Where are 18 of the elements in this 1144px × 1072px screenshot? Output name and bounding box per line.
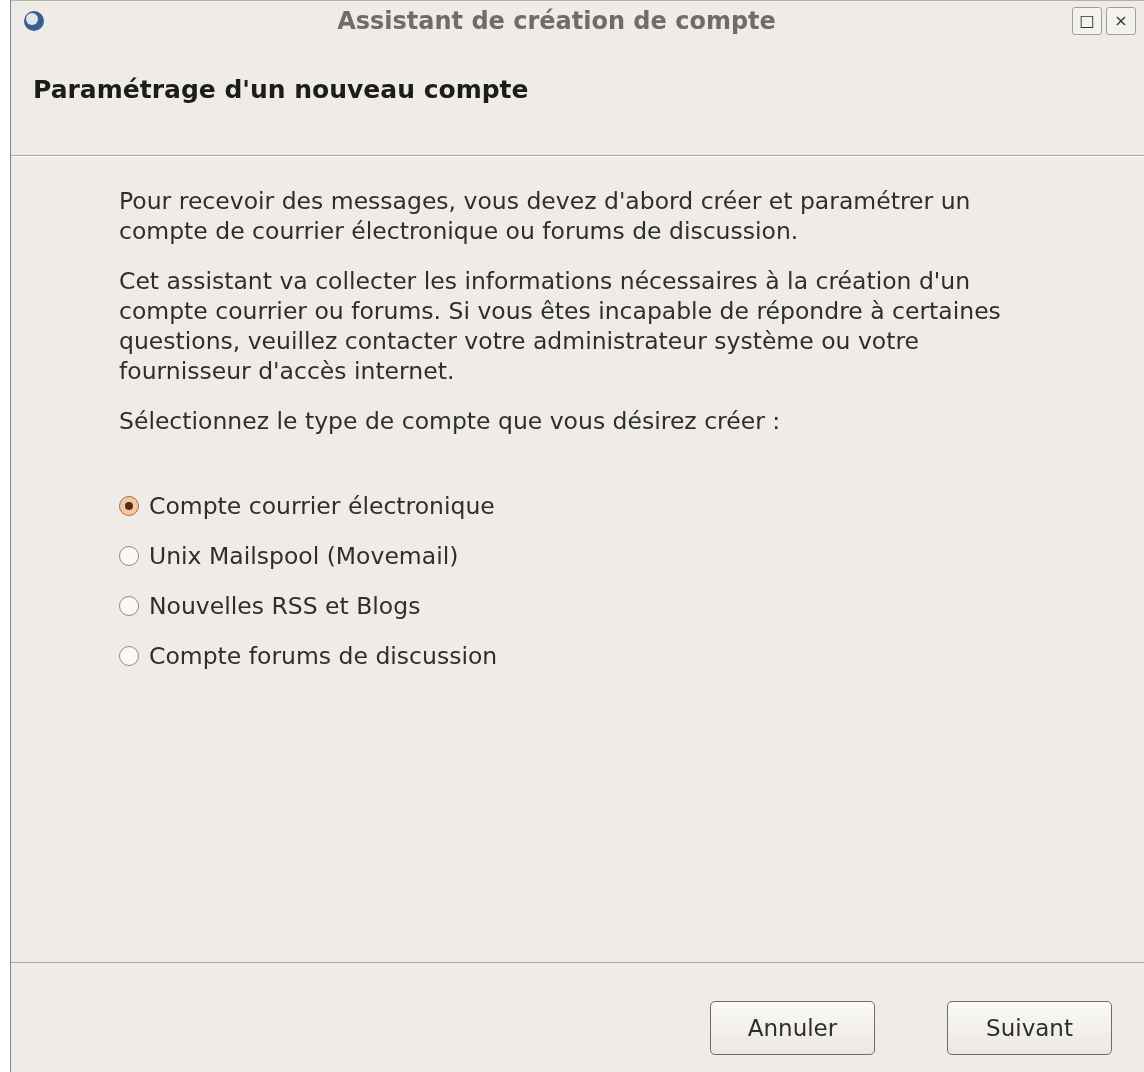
- app-logo-icon: [23, 10, 45, 32]
- paragraph: Sélectionnez le type de compte que vous désirez créer :: [119, 406, 782, 436]
- radio-button[interactable]: [119, 646, 139, 666]
- radio-label[interactable]: Compte forums de discussion: [149, 641, 498, 671]
- paragraph: Cet assistant va collecter les informations nécessaires à la création d'un compte courrier ou forums. Si vous êtes incapable de répondre à certaines questions, veuillez contacter votre administrateur système ou votre fournisseur d'accès internet.: [119, 266, 1002, 386]
- radio-button[interactable]: [119, 546, 139, 566]
- paragraph: Pour recevoir des messages, vous devez d'abord créer et paramétrer un compte de courrier électronique ou forums de discussion.: [119, 186, 972, 246]
- page-heading: Paramétrage d'un nouveau compte: [33, 75, 529, 104]
- radio-button[interactable]: [119, 496, 139, 516]
- radio-button[interactable]: [119, 596, 139, 616]
- radio-label[interactable]: Unix Mailspool (Movemail): [149, 541, 459, 571]
- window-title: Assistant de création de compte: [336, 6, 777, 37]
- radio-label[interactable]: Nouvelles RSS et Blogs: [149, 591, 421, 621]
- cancel-button[interactable]: Annuler: [710, 1001, 875, 1055]
- maximize-button[interactable]: □: [1072, 7, 1102, 35]
- radio-label[interactable]: Compte courrier électronique: [149, 491, 495, 521]
- close-button[interactable]: ×: [1106, 7, 1136, 35]
- next-button[interactable]: Suivant: [947, 1001, 1112, 1055]
